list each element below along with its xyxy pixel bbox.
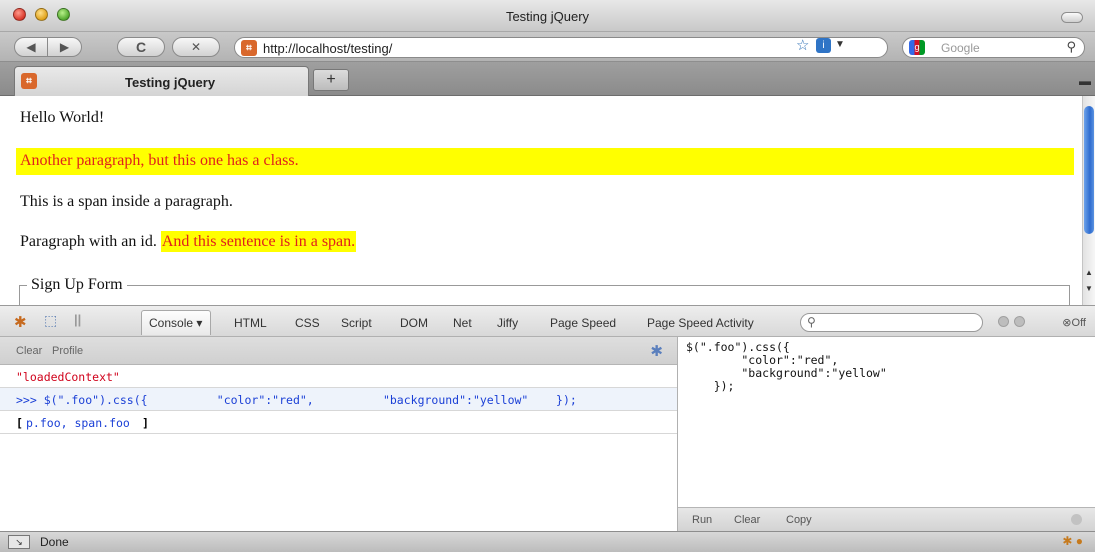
console-command-row[interactable]: >>> $(".foo").css({ "color":"red", "back… xyxy=(0,388,677,411)
console-panel: Clear Profile ✱ "loadedContext" >>> $(".… xyxy=(0,337,677,531)
page-content: Hello World! Another paragraph, but this… xyxy=(0,96,1082,305)
tab-dom[interactable]: DOM xyxy=(400,316,428,330)
command-editor[interactable]: $(".foo").css({ "color":"red", "backgrou… xyxy=(677,337,1095,531)
paragraph-id-text: Paragraph with an id. xyxy=(20,233,157,250)
title-bar: Testing jQuery xyxy=(0,0,1095,32)
firebug-status-icon[interactable]: ✱ ● xyxy=(1062,534,1083,548)
tab-css[interactable]: CSS xyxy=(295,316,320,330)
tab-testing-jquery[interactable]: ⌗ Testing jQuery xyxy=(14,66,309,96)
inspect-icon[interactable]: ⬚ xyxy=(44,312,57,329)
span-foo-class: And this sentence is in a span. xyxy=(160,231,357,252)
reload-button[interactable]: C xyxy=(117,37,165,57)
search-icon[interactable]: ⚲ xyxy=(1066,39,1076,55)
paragraph-span: This is a span inside a paragraph. xyxy=(20,193,233,210)
firebug-icon[interactable]: ✱ xyxy=(14,313,27,331)
log-command: >>> $(".foo").css({ "color":"red", "back… xyxy=(16,393,577,407)
log-loaded-context: "loadedContext" xyxy=(16,370,120,384)
url-text: http://localhost/testing/ xyxy=(263,41,393,56)
sidebar-toggle-icon[interactable]: ↘ xyxy=(8,535,30,549)
copy-button[interactable]: Copy xyxy=(786,514,812,526)
forward-button[interactable]: ▶ xyxy=(48,37,82,57)
paragraph-with-id: Paragraph with an id. And this sentence … xyxy=(20,231,357,252)
tab-script[interactable]: Script xyxy=(341,316,372,330)
prev-match-icon[interactable] xyxy=(998,316,1009,327)
stop-icon: ✕ xyxy=(190,40,202,54)
tab-bar: ⌗ Testing jQuery + ▬ xyxy=(0,62,1095,96)
firebug-off-button[interactable]: ⊗Off xyxy=(1062,316,1086,329)
console-actions-bar: Clear Profile ✱ xyxy=(0,337,677,365)
editor-code[interactable]: $(".foo").css({ "color":"red", "backgrou… xyxy=(686,341,887,393)
editor-actions-bar: Run Clear Copy xyxy=(678,507,1095,531)
site-favicon-icon: ⌗ xyxy=(21,73,37,89)
url-bar[interactable]: ⌗ http://localhost/testing/ xyxy=(234,37,888,58)
toolbar-toggle-button[interactable] xyxy=(1061,12,1083,23)
site-favicon-icon: ⌗ xyxy=(241,40,257,56)
back-arrow-icon: ◀ xyxy=(26,40,36,54)
reload-icon: C xyxy=(135,39,147,55)
console-result-row[interactable]: [ p.foo, span.foo ] xyxy=(0,411,677,434)
status-text: Done xyxy=(40,535,69,549)
search-icon: ⚲ xyxy=(807,315,816,329)
run-button[interactable]: Run xyxy=(692,514,712,526)
tab-jiffy[interactable]: Jiffy xyxy=(497,316,518,330)
pause-icon[interactable]: || xyxy=(74,312,81,327)
signup-fieldset xyxy=(19,285,1070,305)
editor-close-icon[interactable] xyxy=(1071,514,1082,525)
firebug-toolbar: ✱ ⬚ || Console ▾ HTML CSS Script DOM Net… xyxy=(0,305,1095,337)
firebug-search-input[interactable]: ⚲ xyxy=(800,313,983,332)
paragraph-foo-class: Another paragraph, but this one has a cl… xyxy=(16,148,1074,175)
forward-arrow-icon: ▶ xyxy=(59,40,70,54)
console-clear-button[interactable]: Clear xyxy=(16,345,42,357)
status-bar: ↘ Done ✱ ● xyxy=(0,531,1095,552)
result-open-bracket: [ xyxy=(16,416,23,430)
navigation-toolbar: ◀ ▶ C ✕ ⌗ http://localhost/testing/ ☆ i … xyxy=(0,32,1095,62)
tab-page-speed-activity[interactable]: Page Speed Activity xyxy=(647,316,754,330)
stop-button[interactable]: ✕ xyxy=(172,37,220,57)
page-scrollbar[interactable]: ▲ ▼ xyxy=(1082,96,1095,305)
console-profile-button[interactable]: Profile xyxy=(52,345,83,357)
console-log-row: "loadedContext" xyxy=(0,365,677,388)
result-close-bracket: ] xyxy=(142,416,149,430)
run-bug-icon[interactable]: ✱ xyxy=(650,342,663,360)
tab-list-icon[interactable]: ▬ xyxy=(1079,74,1091,88)
scroll-thumb[interactable] xyxy=(1084,106,1094,234)
scroll-down-icon[interactable]: ▼ xyxy=(1085,284,1093,293)
tab-net[interactable]: Net xyxy=(453,316,472,330)
chevron-down-icon[interactable]: ▼ xyxy=(835,39,845,50)
next-match-icon[interactable] xyxy=(1014,316,1025,327)
tab-console[interactable]: Console ▾ xyxy=(141,310,212,335)
bookmark-star-icon[interactable]: ☆ xyxy=(796,36,809,54)
search-input[interactable]: g Google ⚲ xyxy=(902,37,1085,58)
signup-legend: Sign Up Form xyxy=(27,276,127,294)
identity-info-icon[interactable]: i xyxy=(816,38,831,53)
scroll-up-icon[interactable]: ▲ xyxy=(1085,268,1093,277)
new-tab-button[interactable]: + xyxy=(313,69,349,91)
result-objects[interactable]: p.foo, span.foo xyxy=(26,416,130,430)
google-engine-icon[interactable]: g xyxy=(909,40,925,55)
tab-page-speed[interactable]: Page Speed xyxy=(550,316,616,330)
search-placeholder: Google xyxy=(941,41,980,55)
tab-html[interactable]: HTML xyxy=(234,316,267,330)
editor-clear-button[interactable]: Clear xyxy=(734,514,760,526)
tab-label: Testing jQuery xyxy=(125,75,216,90)
paragraph-hello: Hello World! xyxy=(20,109,105,126)
window-title: Testing jQuery xyxy=(505,9,590,24)
back-button[interactable]: ◀ xyxy=(14,37,48,57)
